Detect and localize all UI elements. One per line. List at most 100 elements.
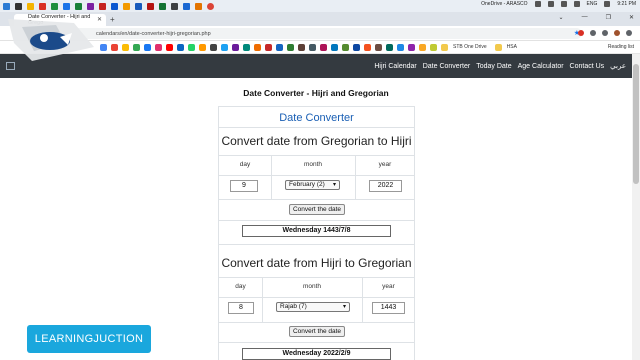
bookmark-icon[interactable] xyxy=(408,43,415,51)
h2g-year-header: year xyxy=(382,283,395,290)
bookmark-icon[interactable] xyxy=(122,43,129,51)
bookmark-icon[interactable] xyxy=(155,43,162,51)
app-icon[interactable] xyxy=(99,2,106,10)
nav-links: Hijri Calendar Date Converter Today Date… xyxy=(374,54,626,78)
bookmark-icon[interactable] xyxy=(397,43,404,51)
chrome-icon[interactable] xyxy=(207,2,214,10)
tray-icon[interactable] xyxy=(534,1,541,7)
bookmark-icon[interactable] xyxy=(309,43,316,51)
page-scrollbar[interactable] xyxy=(632,54,640,360)
bookmark-icon[interactable] xyxy=(331,43,338,51)
language-indicator[interactable]: ENG xyxy=(587,1,598,7)
app-icon[interactable] xyxy=(111,2,118,10)
divider xyxy=(219,127,414,128)
h2g-year-input[interactable]: 1443 xyxy=(372,302,405,314)
nav-age-calculator[interactable]: Age Calculator xyxy=(518,63,564,70)
app-icon[interactable] xyxy=(195,2,202,10)
app-icon[interactable] xyxy=(27,2,34,10)
extension-icon[interactable] xyxy=(590,30,596,36)
bookmark-icon[interactable] xyxy=(243,43,250,51)
bookmark-icon[interactable] xyxy=(430,43,437,51)
bookmark-icon[interactable] xyxy=(166,43,173,51)
bookmark-icon[interactable] xyxy=(298,43,305,51)
nav-hijri-calendar[interactable]: Hijri Calendar xyxy=(374,63,416,70)
bookmark-icon[interactable] xyxy=(419,43,426,51)
nav-arabic[interactable]: عربي xyxy=(610,62,626,70)
app-icon[interactable] xyxy=(87,2,94,10)
windows-start-icon[interactable] xyxy=(3,2,10,10)
close-window-icon[interactable]: ✕ xyxy=(629,14,634,21)
nav-today-date[interactable]: Today Date xyxy=(476,63,511,70)
restore-icon[interactable]: ❐ xyxy=(606,14,611,21)
bookmark-stb-one-drive[interactable]: STB One Drive xyxy=(453,44,487,50)
app-icon[interactable] xyxy=(171,2,178,10)
bookmark-icon[interactable] xyxy=(199,43,206,51)
nav-contact-us[interactable]: Contact Us xyxy=(570,63,605,70)
extension-icon[interactable] xyxy=(602,30,608,36)
folder-icon[interactable] xyxy=(494,43,502,51)
g2h-month-select[interactable]: February (2) ▾ xyxy=(285,180,340,190)
tray-icon[interactable] xyxy=(547,1,554,7)
app-icon[interactable] xyxy=(39,2,46,10)
app-icon[interactable] xyxy=(63,2,70,10)
app-icon[interactable] xyxy=(75,2,82,10)
app-icon[interactable] xyxy=(123,2,130,10)
clock[interactable]: 9:21 PM xyxy=(617,1,636,7)
bookmark-icon[interactable] xyxy=(386,43,393,51)
menu-icon[interactable] xyxy=(626,30,632,36)
reading-list[interactable]: Reading list xyxy=(608,44,634,50)
bookmark-icon[interactable] xyxy=(144,43,151,51)
folder-icon[interactable] xyxy=(441,43,448,51)
app-icon[interactable] xyxy=(147,2,154,10)
new-tab-icon[interactable]: + xyxy=(110,15,115,24)
divider xyxy=(219,342,414,343)
window-controls: ⌄ — ❐ ✕ xyxy=(559,14,634,21)
bookmark-icon[interactable] xyxy=(276,43,283,51)
bookmark-icon[interactable] xyxy=(188,43,195,51)
bookmark-icon[interactable] xyxy=(353,43,360,51)
bookmark-icon[interactable] xyxy=(210,43,217,51)
windows-taskbar: OneDrive - ARASCO ENG 9:21 PM xyxy=(0,0,640,12)
h2g-month-select[interactable]: Rajab (7) ▾ xyxy=(276,302,350,312)
profile-avatar[interactable] xyxy=(614,30,620,36)
app-icon[interactable] xyxy=(51,2,58,10)
scrollbar-thumb[interactable] xyxy=(633,64,639,184)
bookmark-icon[interactable] xyxy=(364,43,371,51)
chevron-down-icon: ▾ xyxy=(332,182,336,188)
bookmark-icon[interactable] xyxy=(265,43,272,51)
search-icon[interactable] xyxy=(15,2,22,10)
navbar-brand-icon[interactable] xyxy=(6,62,15,70)
bookmark-icon[interactable] xyxy=(342,43,349,51)
bookmark-icon[interactable] xyxy=(100,43,107,51)
app-icon[interactable] xyxy=(183,2,190,10)
bookmark-icon[interactable] xyxy=(133,43,140,51)
g2h-year-input[interactable]: 2022 xyxy=(369,180,402,192)
onedrive-status[interactable]: OneDrive - ARASCO xyxy=(481,1,527,7)
bookmark-icon[interactable] xyxy=(254,43,261,51)
h2g-day-input[interactable]: 8 xyxy=(228,302,254,314)
url-field[interactable]: calendars/en/date-converter-hijri-gregor… xyxy=(22,28,582,39)
bookmark-icon[interactable] xyxy=(111,43,118,51)
tab-search-icon[interactable]: ⌄ xyxy=(559,14,564,21)
divider xyxy=(219,155,414,156)
h2g-title: Convert date from Hijri to Gregorian xyxy=(221,256,412,270)
nav-date-converter[interactable]: Date Converter xyxy=(423,63,470,70)
bookmark-icon[interactable] xyxy=(287,43,294,51)
bookmark-icon[interactable] xyxy=(177,43,184,51)
g2h-day-input[interactable]: 9 xyxy=(230,180,258,192)
bookmark-hsa[interactable]: HSA xyxy=(507,44,517,50)
minimize-icon[interactable]: — xyxy=(582,14,588,21)
divider xyxy=(219,175,414,176)
app-icon[interactable] xyxy=(159,2,166,10)
g2h-convert-button[interactable]: Convert the date xyxy=(289,204,345,215)
battery-icon[interactable] xyxy=(604,1,611,7)
app-icon[interactable] xyxy=(135,2,142,10)
bookmark-icon[interactable] xyxy=(232,43,239,51)
wifi-icon[interactable] xyxy=(560,1,567,7)
bookmark-icon[interactable] xyxy=(320,43,327,51)
h2g-convert-button[interactable]: Convert the date xyxy=(289,326,345,337)
bookmark-icon[interactable] xyxy=(375,43,382,51)
bookmark-icon[interactable] xyxy=(221,43,228,51)
volume-icon[interactable] xyxy=(573,1,580,7)
extension-icon[interactable] xyxy=(578,30,584,36)
